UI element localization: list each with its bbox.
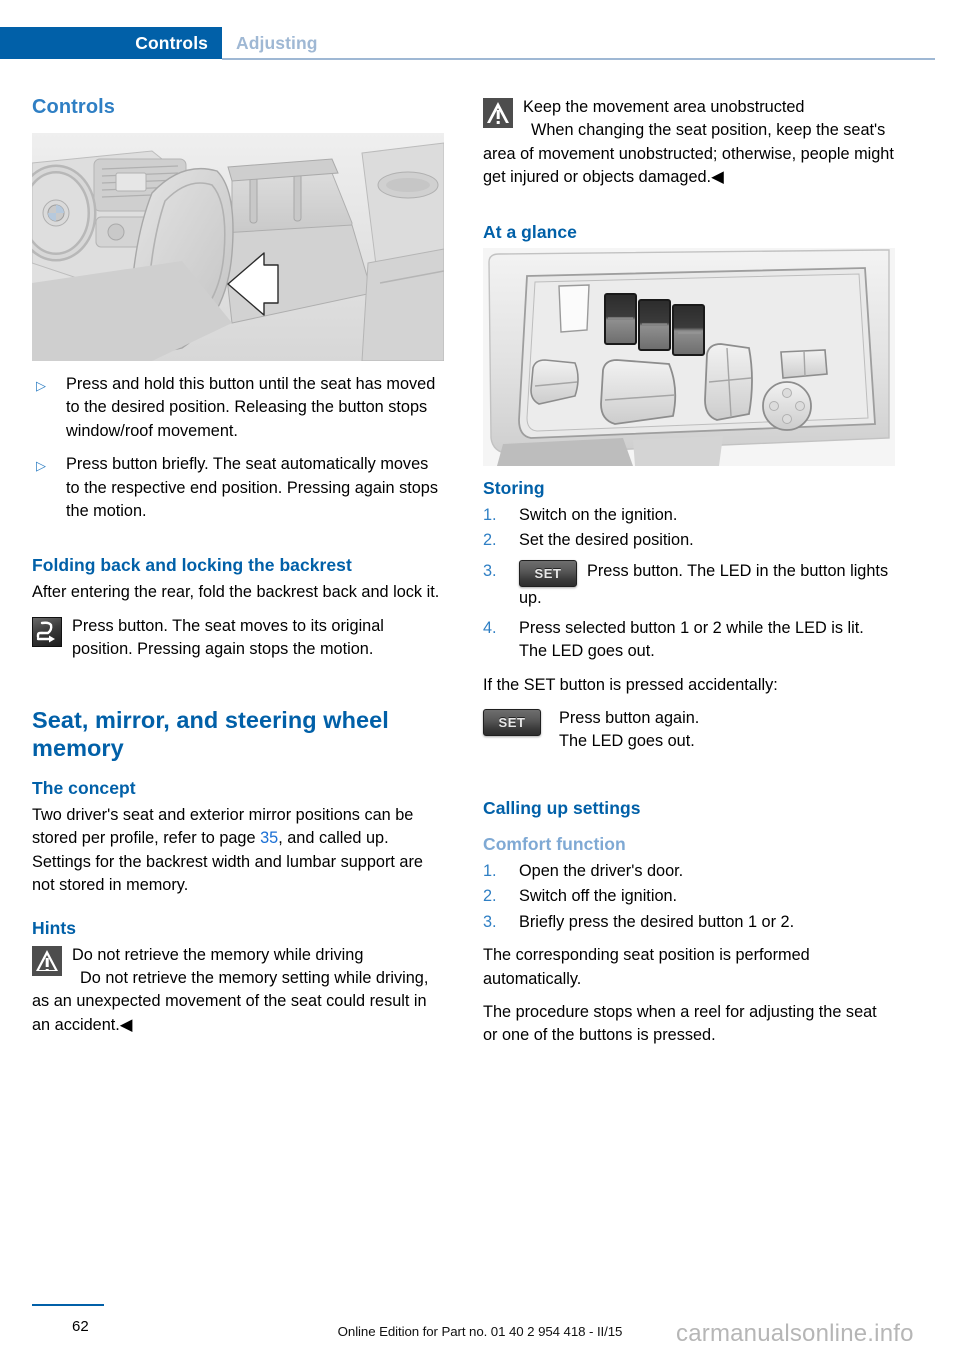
comfort-paragraph-2: The procedure stops when a reel for adju…: [483, 1002, 877, 1045]
bullet-text: Press button briefly. The seat automatic…: [66, 455, 438, 521]
page-header: Controls Adjusting: [0, 27, 960, 59]
storing-step-list: 1. Switch on the ignition. 2. Set the de…: [483, 504, 895, 664]
step-text: Set the desired position.: [519, 531, 694, 550]
concept-paragraph: Two driver's seat and exterior mirror po…: [32, 804, 444, 898]
list-item: 2. Switch off the ignition.: [483, 885, 895, 908]
list-item: 1. Switch on the ignition.: [483, 504, 895, 527]
backrest-bullet-list: ▷ Press and hold this button until the s…: [32, 373, 444, 523]
step-number: 2.: [483, 887, 497, 906]
folding-intro: After entering the rear, fold the backre…: [32, 583, 440, 602]
hint-warning-block: Do not retrieve the memory while driving…: [32, 944, 444, 1038]
list-item: 2. Set the desired position.: [483, 529, 895, 552]
warning-title: Keep the movement area unobstructed: [523, 98, 805, 116]
header-divider: [222, 58, 935, 60]
step-text: Switch on the ignition.: [519, 505, 678, 524]
at-a-glance-heading: At a glance: [483, 221, 577, 242]
list-item: 3. SET Press button. The LED in the butto…: [483, 560, 895, 610]
folding-heading: Folding back and locking the backrest: [32, 555, 352, 576]
step-number: 1.: [483, 861, 497, 880]
accidental-press-intro: If the SET button is pressed accidentall…: [483, 675, 778, 694]
left-column: Controls ▷ Press and hold this button un…: [32, 96, 444, 1047]
step-number: 3.: [483, 912, 497, 931]
set-button-icon: SET: [483, 709, 541, 737]
step-text: Briefly press the desired button 1 or 2.: [519, 912, 795, 931]
triangle-bullet-icon: ▷: [36, 378, 46, 393]
step-text: Open the driver's door.: [519, 861, 684, 880]
concept-heading: The concept: [32, 778, 136, 799]
step-text: Switch off the ignition.: [519, 887, 678, 906]
hint-body: Do not retrieve the memory setting while…: [32, 969, 429, 1034]
folding-icon-note: Press button. The seat moves to its orig…: [32, 615, 444, 662]
comfort-function-heading: Comfort function: [483, 833, 626, 854]
comfort-step-list: 1. Open the driver's door. 2. Switch off…: [483, 860, 895, 934]
step-number: 1.: [483, 505, 497, 524]
triangle-bullet-icon: ▷: [36, 458, 46, 474]
step-number: 4.: [483, 618, 497, 637]
header-tab-adjusting[interactable]: Adjusting: [236, 27, 318, 59]
accidental-press-block: SET Press button again. The LED goes out…: [483, 707, 895, 754]
right-column: Keep the movement area unobstructed When…: [483, 96, 895, 1058]
list-item: 4. Press selected button 1 or 2 while th…: [483, 617, 895, 664]
hints-heading: Hints: [32, 917, 76, 938]
warning-triangle-icon: [483, 98, 513, 128]
list-item: 3. Briefly press the desired button 1 or…: [483, 911, 895, 934]
figure-seat-backrest-release: [32, 133, 444, 361]
footer-divider: [32, 1304, 104, 1307]
set-button-icon: SET: [519, 560, 577, 588]
accidental-line-1: Press button again.: [559, 709, 700, 728]
storing-heading: Storing: [483, 477, 545, 498]
chapter-title: Controls: [32, 96, 116, 118]
calling-up-heading: Calling up settings: [483, 797, 641, 818]
comfort-paragraph-1: The corresponding seat position is perfo…: [483, 946, 810, 988]
bullet-text: Press and hold this button until the sea…: [66, 375, 436, 440]
movement-warning-block: Keep the movement area unobstructed When…: [483, 96, 895, 190]
step-text: Press selected button 1 or 2 while the L…: [519, 618, 864, 661]
figure-seat-memory-panel: [483, 247, 895, 466]
list-item: ▷ Press button briefly. The seat automat…: [32, 453, 444, 523]
hint-title: Do not retrieve the memory while driving: [72, 945, 364, 964]
memory-section-heading: Seat, mirror, and steering wheel memory: [32, 706, 389, 761]
accidental-line-2: The LED goes out.: [559, 732, 695, 751]
list-item: ▷ Press and hold this button until the s…: [32, 373, 444, 443]
header-tab-controls[interactable]: Controls: [0, 27, 222, 59]
step-number: 2.: [483, 531, 497, 550]
warning-body: When changing the seat position, keep th…: [483, 121, 894, 187]
step-number: 3.: [483, 562, 497, 581]
seat-fold-button-icon: [32, 616, 62, 647]
warning-triangle-icon: [32, 945, 62, 976]
page-reference-link[interactable]: 35: [260, 829, 278, 847]
list-item: 1. Open the driver's door.: [483, 860, 895, 883]
site-watermark: carmanualsonline.info: [676, 1320, 914, 1347]
folding-icon-text: Press button. The seat moves to its orig…: [72, 616, 384, 659]
